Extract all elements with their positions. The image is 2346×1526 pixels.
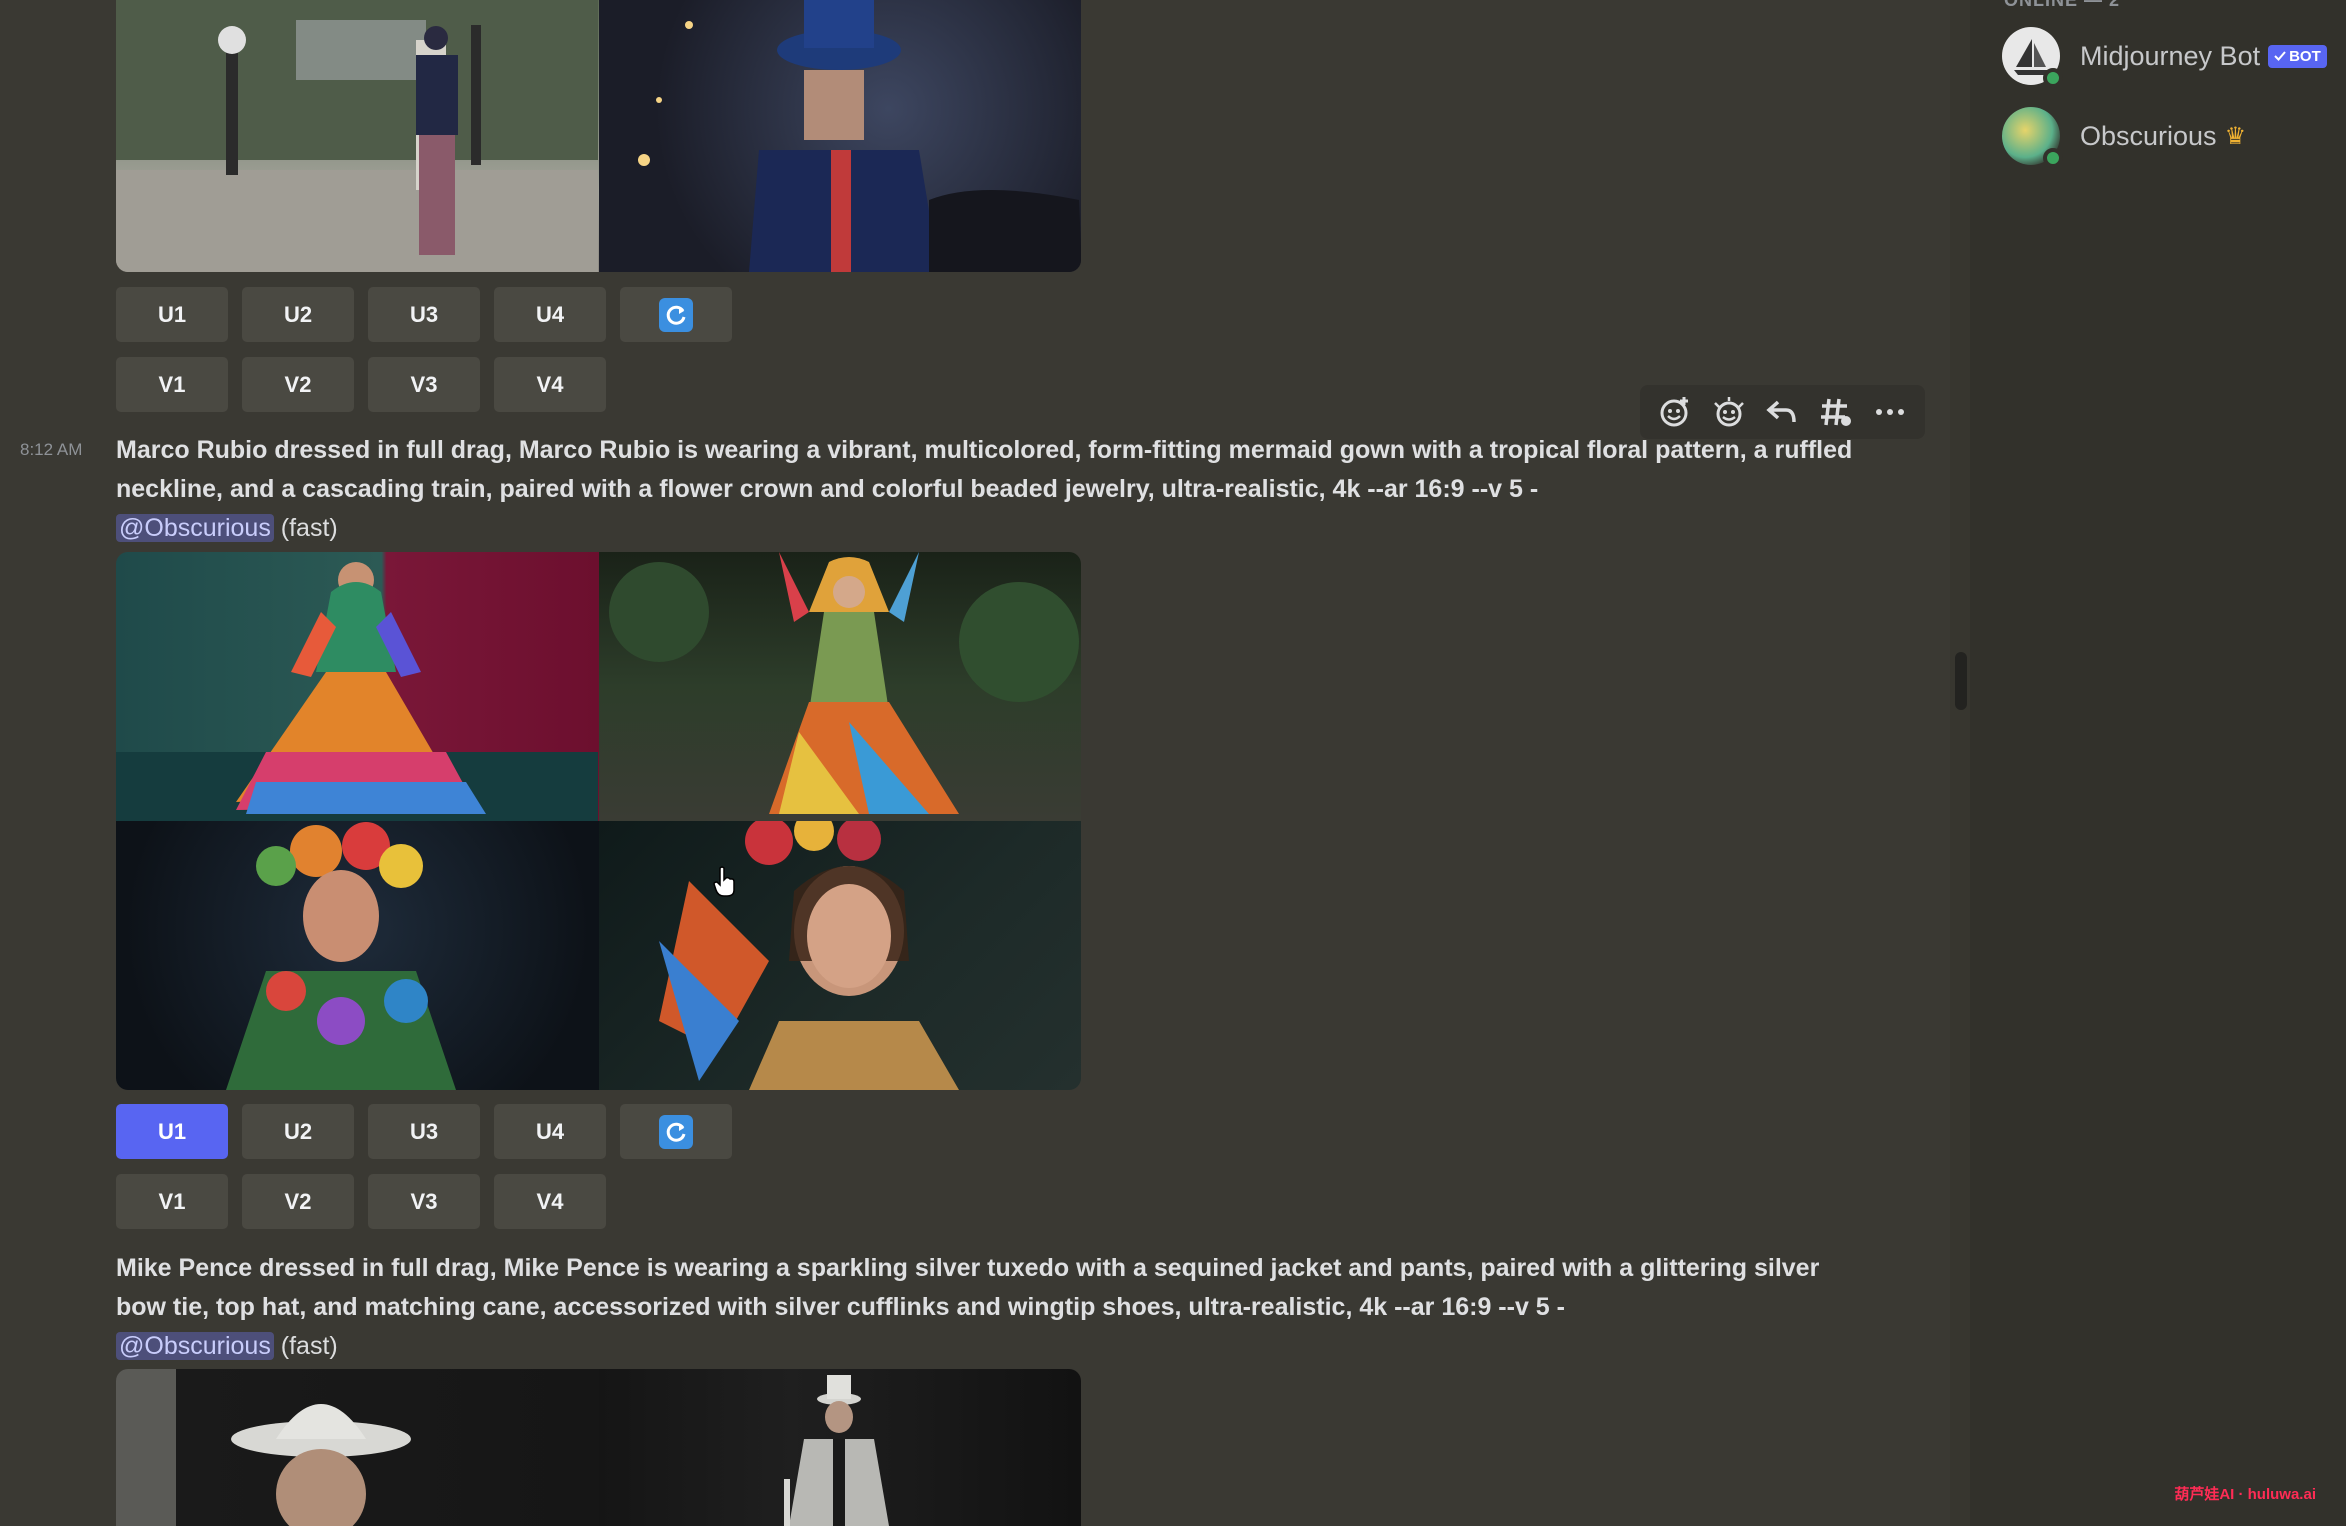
image-grid-message-1[interactable] xyxy=(116,552,1081,1090)
refresh-icon xyxy=(659,297,693,332)
members-online-header: ONLINE — 2 xyxy=(2004,0,2121,10)
v2-button[interactable]: V2 xyxy=(242,357,354,412)
image-quadrant-2[interactable] xyxy=(598,0,1081,272)
v2-button[interactable]: V2 xyxy=(242,1174,354,1229)
u4-button[interactable]: U4 xyxy=(494,1104,606,1159)
man-in-suit-image xyxy=(116,0,598,272)
member-name: Midjourney Bot xyxy=(2080,40,2261,71)
owner-crown-icon: ♛ xyxy=(2224,122,2247,150)
bot-badge-label: BOT xyxy=(2289,47,2321,65)
reroll-button[interactable] xyxy=(620,1104,732,1159)
avatar xyxy=(2002,107,2063,168)
online-status-dot xyxy=(2043,68,2063,88)
image-quadrant-2[interactable] xyxy=(598,1369,1081,1526)
v4-button[interactable]: V4 xyxy=(494,357,606,412)
message-2-text: Mike Pence dressed in full drag, Mike Pe… xyxy=(116,1249,1876,1366)
image-grid-message-2[interactable] xyxy=(116,1369,1081,1526)
chat-scrollbar[interactable] xyxy=(1955,652,1967,710)
v4-button[interactable]: V4 xyxy=(494,1174,606,1229)
flower-crown-portrait-image xyxy=(226,822,456,1090)
u3-button[interactable]: U3 xyxy=(368,1104,480,1159)
add-reaction-icon[interactable] xyxy=(1653,390,1697,434)
feather-gown-image xyxy=(608,552,1079,814)
generation-mode: (fast) xyxy=(280,1332,338,1360)
upscale-button-row-message-1: U1 U2 U3 U4 xyxy=(116,1104,732,1159)
message-timestamp: 8:12 AM xyxy=(20,440,83,459)
super-reaction-icon[interactable] xyxy=(1707,390,1751,434)
verified-check-icon xyxy=(2274,51,2286,61)
image-quadrant-2[interactable] xyxy=(598,552,1081,821)
variation-button-row-previous: V1 V2 V3 V4 xyxy=(116,357,606,412)
message-1-text: Marco Rubio dressed in full drag, Marco … xyxy=(116,431,1876,548)
refresh-icon xyxy=(659,1114,693,1149)
prompt-text: Marco Rubio dressed in full drag, Marco … xyxy=(116,436,1853,503)
hand-cursor-icon xyxy=(712,866,738,903)
more-options-icon[interactable] xyxy=(1868,390,1912,434)
create-thread-icon[interactable] xyxy=(1814,390,1858,434)
u1-button[interactable]: U1 xyxy=(116,287,228,342)
u2-button[interactable]: U2 xyxy=(242,1104,354,1159)
image-quadrant-1[interactable] xyxy=(116,1369,599,1526)
online-status-dot xyxy=(2043,148,2063,168)
user-mention[interactable]: @Obscurious xyxy=(116,1332,274,1360)
bot-badge: BOT xyxy=(2268,44,2327,68)
v3-button[interactable]: V3 xyxy=(368,357,480,412)
silver-tuxedo-image xyxy=(783,1375,889,1526)
white-hat-portrait-image xyxy=(116,1369,411,1526)
member-name: Obscurious xyxy=(2080,120,2217,151)
variation-button-row-message-1: V1 V2 V3 V4 xyxy=(116,1174,606,1229)
feather-headdress-portrait-image xyxy=(658,821,959,1090)
member-midjourney-bot[interactable]: Midjourney Bot BOT xyxy=(2002,27,2327,88)
man-in-top-hat-image xyxy=(637,0,1081,272)
watermark: 葫芦娃AI · huluwa.ai xyxy=(2174,1486,2316,1503)
member-obscurious[interactable]: Obscurious ♛ xyxy=(2002,107,2247,168)
v1-button[interactable]: V1 xyxy=(116,1174,228,1229)
chat-area: U1 U2 U3 U4 V1 V2 V3 V4 8:12 AM Marco Ru… xyxy=(0,0,1950,1526)
prompt-text: Mike Pence dressed in full drag, Mike Pe… xyxy=(116,1254,1820,1321)
u3-button[interactable]: U3 xyxy=(368,287,480,342)
reroll-button[interactable] xyxy=(620,287,732,342)
image-grid-previous[interactable] xyxy=(116,0,1081,272)
u1-button[interactable]: U1 xyxy=(116,1104,228,1159)
image-quadrant-4[interactable] xyxy=(598,821,1081,1090)
avatar xyxy=(2002,27,2063,88)
rainbow-gown-image xyxy=(116,562,598,821)
u2-button[interactable]: U2 xyxy=(242,287,354,342)
image-quadrant-3[interactable] xyxy=(116,821,599,1090)
u4-button[interactable]: U4 xyxy=(494,287,606,342)
user-mention[interactable]: @Obscurious xyxy=(116,514,274,542)
image-quadrant-1[interactable] xyxy=(116,0,599,272)
v3-button[interactable]: V3 xyxy=(368,1174,480,1229)
upscale-button-row-previous: U1 U2 U3 U4 xyxy=(116,287,732,342)
image-quadrant-1[interactable] xyxy=(116,552,599,821)
v1-button[interactable]: V1 xyxy=(116,357,228,412)
reply-icon[interactable] xyxy=(1760,390,1804,434)
member-list: ONLINE — 2 Midjourney Bot BOT Obscurious… xyxy=(1970,0,2346,1526)
generation-mode: (fast) xyxy=(280,514,338,542)
